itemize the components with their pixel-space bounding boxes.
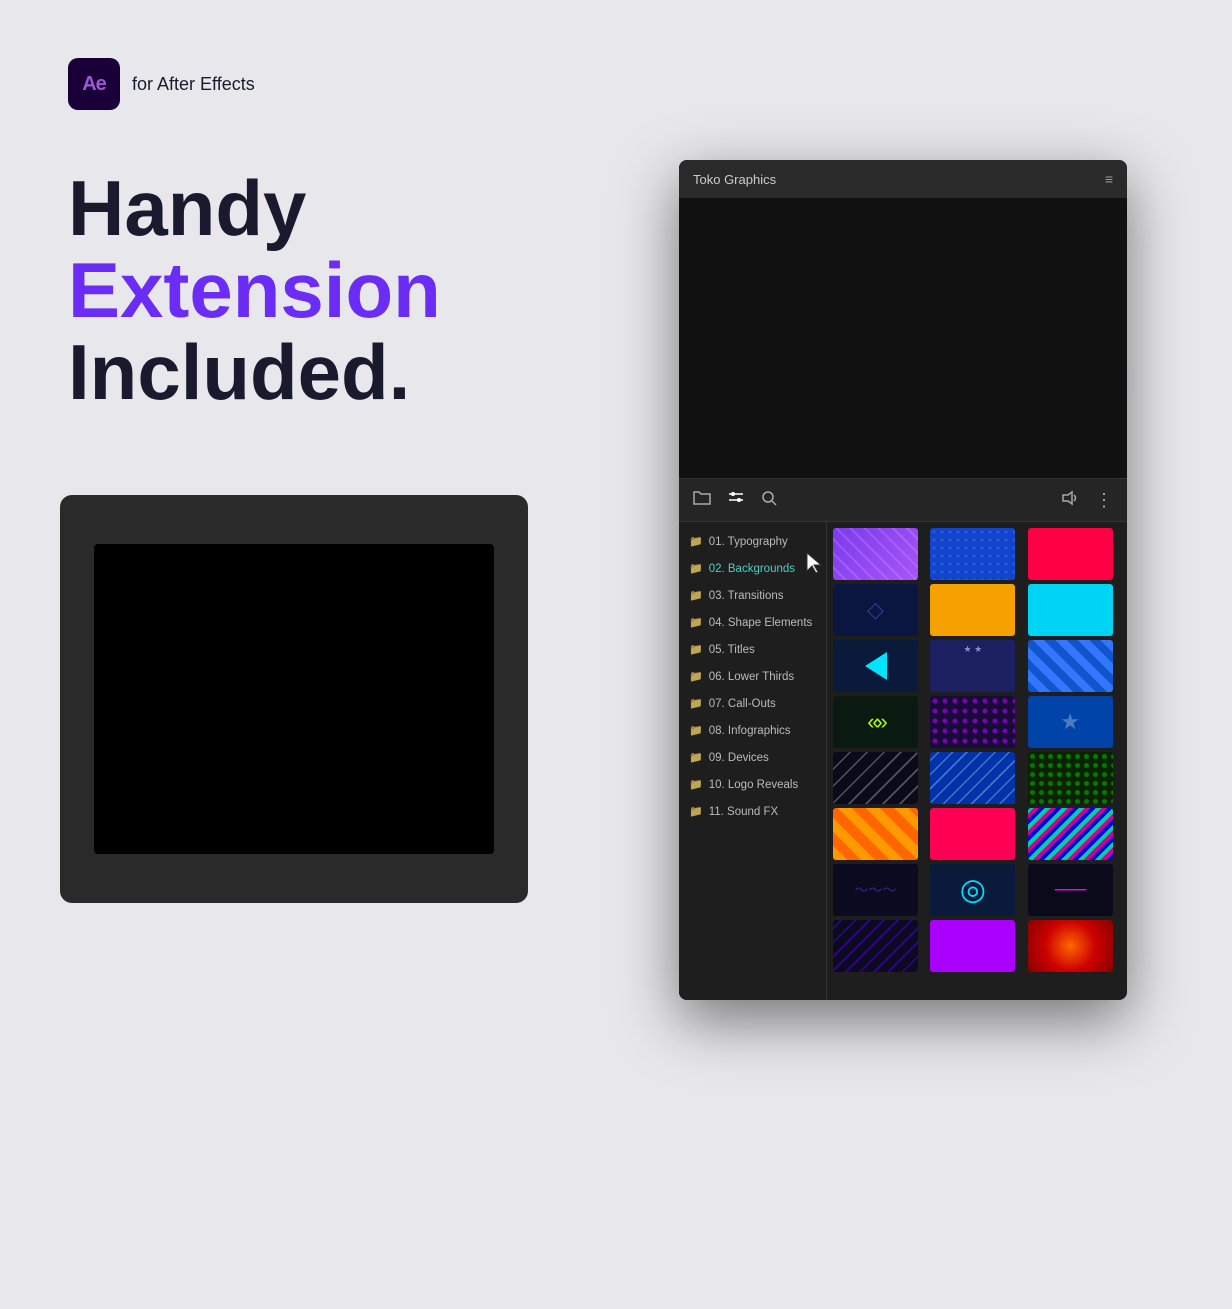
- folder-icon-3: 📁: [689, 589, 703, 602]
- folder-icon-10: 📁: [689, 778, 703, 791]
- folder-icon-8: 📁: [689, 724, 703, 737]
- sliders-toolbar-icon[interactable]: [727, 490, 745, 511]
- thumbnail-4[interactable]: [833, 584, 918, 636]
- list-item-label-11: 11. Sound FX: [709, 806, 778, 818]
- list-item-label-8: 08. Infographics: [709, 725, 791, 737]
- ae-icon-text: Ae: [82, 73, 106, 96]
- panel-toolbar: ⋮: [679, 478, 1127, 522]
- list-item-typography[interactable]: 📁 01. Typography: [679, 528, 826, 555]
- list-item-label-5: 05. Titles: [709, 644, 755, 656]
- panel-preview: [679, 198, 1127, 478]
- thumbnail-3[interactable]: [1028, 528, 1113, 580]
- thumbnail-17[interactable]: [930, 808, 1015, 860]
- folder-icon-1: 📁: [689, 535, 703, 548]
- list-item-label-4: 04. Shape Elements: [709, 617, 813, 629]
- list-item-logo-reveals[interactable]: 📁 10. Logo Reveals: [679, 771, 826, 798]
- list-item-shape-elements[interactable]: 📁 04. Shape Elements: [679, 609, 826, 636]
- thumbnail-7[interactable]: [833, 640, 918, 692]
- list-item-label-3: 03. Transitions: [709, 590, 784, 602]
- list-item-lower-thirds[interactable]: 📁 06. Lower Thirds: [679, 663, 826, 690]
- thumbnail-24[interactable]: [1028, 920, 1113, 972]
- list-item-backgrounds[interactable]: 📁 02. Backgrounds: [679, 555, 826, 582]
- folder-icon-4: 📁: [689, 616, 703, 629]
- hero-line2: Extension: [68, 250, 441, 332]
- thumbnail-8[interactable]: [930, 640, 1015, 692]
- monitor-frame: [60, 495, 528, 903]
- thumbnails-grid: «»: [827, 522, 1127, 1000]
- panel-body: 📁 01. Typography 📁 02. Backgrounds 📁 03.…: [679, 522, 1127, 1000]
- extension-panel: Toko Graphics ≡: [679, 160, 1127, 1000]
- thumbnail-12[interactable]: [1028, 696, 1113, 748]
- thumbnail-10[interactable]: «»: [833, 696, 918, 748]
- thumbnail-19[interactable]: [833, 864, 918, 916]
- folder-icon-5: 📁: [689, 643, 703, 656]
- folder-icon-9: 📁: [689, 751, 703, 764]
- panel-title: Toko Graphics: [693, 172, 1097, 187]
- more-toolbar-icon[interactable]: ⋮: [1095, 490, 1113, 511]
- list-item-infographics[interactable]: 📁 08. Infographics: [679, 717, 826, 744]
- list-item-label-2: 02. Backgrounds: [709, 563, 795, 575]
- list-item-transitions[interactable]: 📁 03. Transitions: [679, 582, 826, 609]
- list-item-label-9: 09. Devices: [709, 752, 769, 764]
- thumbnail-15[interactable]: [1028, 752, 1113, 804]
- thumbnail-18[interactable]: [1028, 808, 1113, 860]
- ae-badge: Ae for After Effects: [68, 58, 255, 110]
- chevron-shape: «»: [867, 709, 883, 735]
- speaker-toolbar-icon[interactable]: [1061, 490, 1079, 511]
- list-item-label-1: 01. Typography: [709, 536, 788, 548]
- thumbnail-2[interactable]: [930, 528, 1015, 580]
- folder-icon-11: 📁: [689, 805, 703, 818]
- thumbnail-16[interactable]: [833, 808, 918, 860]
- thumbnail-22[interactable]: [833, 920, 918, 972]
- list-item-call-outs[interactable]: 📁 07. Call-Outs: [679, 690, 826, 717]
- hero-text: Handy Extension Included.: [68, 168, 441, 414]
- list-item-devices[interactable]: 📁 09. Devices: [679, 744, 826, 771]
- cyan-arrow-shape: [865, 652, 887, 680]
- thumbnail-20[interactable]: [930, 864, 1015, 916]
- panel-header: Toko Graphics ≡: [679, 160, 1127, 198]
- search-toolbar-icon[interactable]: [761, 490, 777, 511]
- thumbnail-1[interactable]: [833, 528, 918, 580]
- list-item-label-6: 06. Lower Thirds: [709, 671, 794, 683]
- list-item-label-10: 10. Logo Reveals: [709, 779, 799, 791]
- folder-icon-2: 📁: [689, 562, 703, 575]
- hero-line3: Included.: [68, 332, 441, 414]
- thumbnail-5[interactable]: [930, 584, 1015, 636]
- list-item-sound-fx[interactable]: 📁 11. Sound FX: [679, 798, 826, 825]
- thumbnail-14[interactable]: [930, 752, 1015, 804]
- thumbnail-6[interactable]: [1028, 584, 1113, 636]
- list-item-label-7: 07. Call-Outs: [709, 698, 776, 710]
- hero-line1: Handy: [68, 168, 441, 250]
- folder-toolbar-icon[interactable]: [693, 490, 711, 511]
- thumbnail-9[interactable]: [1028, 640, 1113, 692]
- folder-icon-6: 📁: [689, 670, 703, 683]
- thumbnail-21[interactable]: [1028, 864, 1113, 916]
- thumbnail-13[interactable]: [833, 752, 918, 804]
- ae-icon: Ae: [68, 58, 120, 110]
- folder-icon-7: 📁: [689, 697, 703, 710]
- panel-menu-icon[interactable]: ≡: [1105, 171, 1113, 187]
- list-item-titles[interactable]: 📁 05. Titles: [679, 636, 826, 663]
- thumbnail-23[interactable]: [930, 920, 1015, 972]
- sidebar-list: 📁 01. Typography 📁 02. Backgrounds 📁 03.…: [679, 522, 827, 1000]
- thumbnail-11[interactable]: [930, 696, 1015, 748]
- monitor-screen: [94, 544, 494, 854]
- ae-tagline: for After Effects: [132, 74, 255, 95]
